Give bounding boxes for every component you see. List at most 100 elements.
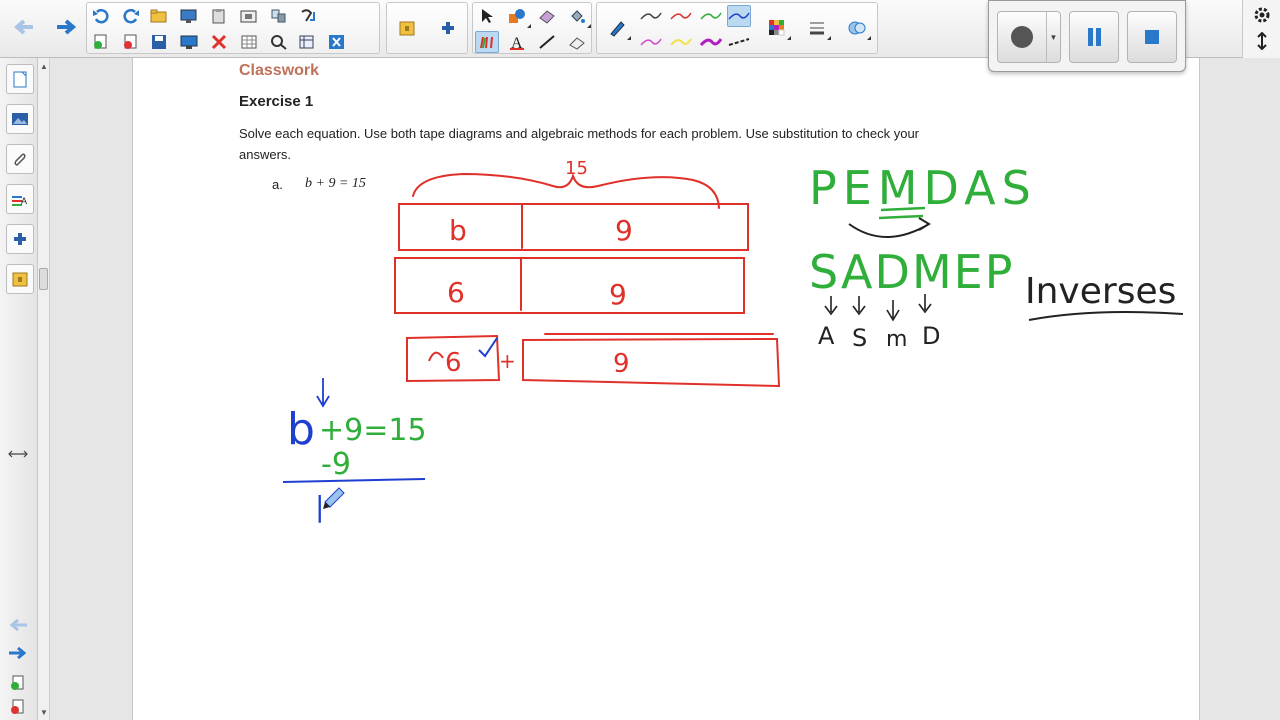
scribble-stroke — [428, 351, 444, 362]
eraser-icon[interactable] — [535, 5, 559, 27]
settings-gear-icon[interactable] — [1250, 4, 1274, 26]
paste-icon[interactable] — [207, 5, 231, 27]
pen-styles-group — [596, 2, 878, 54]
layer-icon[interactable] — [845, 17, 871, 40]
pen-cursor-icon — [323, 487, 345, 509]
add-page-icon[interactable] — [89, 31, 113, 53]
pen-style-3[interactable] — [699, 5, 723, 27]
gallery-tab[interactable] — [6, 104, 34, 134]
pen-style-1[interactable] — [639, 5, 663, 27]
pen-icon[interactable] — [605, 17, 631, 40]
ink-layer: 15 b 9 6 9 6 + 9 PEMDAS SADMEP A S m D I… — [282, 158, 1184, 523]
addon-icon[interactable] — [435, 17, 459, 39]
forward-arrow-icon[interactable] — [54, 16, 78, 38]
equation-bar — [282, 478, 426, 483]
svg-text:A: A — [21, 196, 27, 206]
paperclip-icon — [14, 153, 26, 166]
equation-rest: +9=15 — [319, 413, 427, 448]
open-folder-icon[interactable] — [147, 5, 171, 27]
whiteboard-page[interactable]: Classwork Exercise 1 Solve each equation… — [132, 58, 1200, 720]
pen-style-4[interactable] — [727, 5, 751, 27]
workspace-margin-right — [1200, 58, 1280, 720]
pen-style-8[interactable] — [727, 31, 751, 53]
corner-panel — [1242, 0, 1280, 58]
sidebar: A — [0, 58, 38, 720]
tape-3-right — [522, 337, 781, 388]
color-palette-icon[interactable] — [765, 17, 791, 40]
toolbar-position-icon[interactable] — [1250, 30, 1274, 52]
tape-3-plus: + — [499, 349, 516, 373]
tape-2-part-9: 9 — [609, 278, 627, 311]
gallery-icon[interactable] — [395, 17, 419, 39]
text-icon[interactable]: A — [505, 31, 529, 53]
op-m: m — [886, 327, 907, 352]
pen-style-7[interactable] — [699, 31, 723, 53]
equation-partial: | — [315, 490, 324, 523]
scroll-thumb[interactable] — [39, 268, 48, 290]
record-options-dropdown-icon[interactable]: ▼ — [1046, 12, 1060, 62]
close-box-icon[interactable] — [325, 31, 349, 53]
screen-shade-icon[interactable] — [177, 5, 201, 27]
fill-icon[interactable] — [565, 5, 591, 28]
line-icon[interactable] — [535, 31, 559, 53]
page-sorter-icon[interactable] — [267, 5, 291, 27]
recorder-panel: ▼ — [988, 0, 1186, 72]
addons-tab[interactable] — [6, 224, 34, 254]
puzzle-icon — [14, 233, 26, 245]
arrow-down-m — [886, 300, 900, 322]
draw-tools-group: A — [472, 2, 592, 54]
properties-icon[interactable] — [267, 31, 291, 53]
scroll-down-icon[interactable]: ▼ — [40, 708, 48, 717]
sadmep-text: SADMEP — [809, 245, 1014, 299]
undo-icon[interactable] — [89, 5, 113, 27]
prev-page-arrow-icon[interactable] — [6, 614, 30, 636]
page-icon — [13, 71, 27, 88]
creative-pen-icon[interactable] — [475, 31, 499, 53]
shapes-icon[interactable] — [505, 5, 531, 28]
save-icon[interactable] — [147, 31, 171, 53]
sidebar-scrollbar[interactable]: ▲ ▼ — [38, 58, 50, 720]
pause-button[interactable] — [1069, 11, 1119, 63]
stop-button[interactable] — [1127, 11, 1177, 63]
brace-stroke — [412, 172, 720, 209]
properties-tab[interactable]: A — [6, 184, 34, 214]
svg-text:A: A — [511, 35, 523, 50]
reverse-arrow — [848, 217, 931, 238]
tape-2-part-6: 6 — [447, 276, 465, 309]
pen-style-6[interactable] — [669, 31, 693, 53]
tape-1-part-b: b — [449, 214, 467, 247]
inverses-text: Inverses — [1025, 271, 1176, 312]
pause-icon — [1087, 28, 1101, 46]
document-tools-group — [86, 2, 380, 54]
next-page-arrow-icon[interactable] — [6, 642, 30, 664]
magic-eraser-icon[interactable] — [565, 31, 589, 53]
attachments-tab[interactable] — [6, 144, 34, 174]
page-sorter-tab[interactable] — [6, 64, 34, 94]
record-icon — [1011, 26, 1033, 48]
resize-handle-icon[interactable] — [8, 446, 28, 464]
screen-capture-icon[interactable] — [237, 5, 261, 27]
inverses-underline — [1028, 311, 1184, 321]
tape-1-part-9: 9 — [615, 214, 633, 247]
lesson-activity-tab[interactable] — [6, 264, 34, 294]
pen-style-5[interactable] — [639, 31, 663, 53]
attachment-icon[interactable] — [295, 5, 319, 27]
delete-page-icon[interactable] — [119, 31, 143, 53]
side-add-page-icon[interactable] — [6, 672, 30, 694]
line-style-icon[interactable] — [805, 17, 831, 40]
redo-icon[interactable] — [119, 5, 143, 27]
pen-style-2[interactable] — [669, 5, 693, 27]
display-icon[interactable] — [177, 31, 201, 53]
arrow-down-b — [316, 378, 330, 408]
table-icon[interactable] — [237, 31, 261, 53]
tape-3-part-6: 6 — [445, 348, 462, 378]
op-d: D — [922, 322, 940, 350]
select-icon[interactable] — [475, 5, 499, 27]
content-tools-group — [386, 2, 468, 54]
record-button[interactable]: ▼ — [997, 11, 1061, 63]
delete-icon[interactable] — [207, 31, 231, 53]
back-arrow-icon[interactable] — [12, 16, 36, 38]
table-insert-icon[interactable] — [295, 31, 319, 53]
side-delete-page-icon[interactable] — [6, 696, 30, 718]
scroll-up-icon[interactable]: ▲ — [40, 62, 48, 71]
